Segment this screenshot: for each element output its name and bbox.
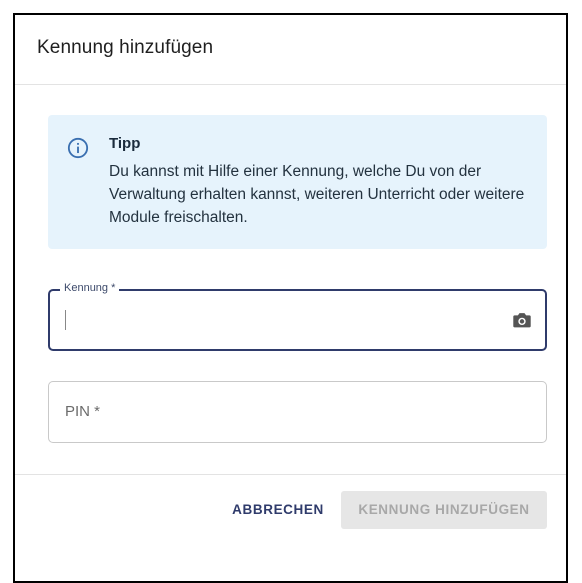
- cancel-button[interactable]: Abbrechen: [225, 491, 331, 529]
- tip-text: Du kannst mit Hilfe einer Kennung, welch…: [109, 163, 525, 226]
- add-identifier-dialog: Kennung hinzufügen Tipp Du kannst mit Hi…: [13, 13, 568, 583]
- camera-icon[interactable]: [511, 309, 533, 331]
- pin-placeholder: PIN *: [65, 403, 101, 420]
- pin-input[interactable]: PIN *: [48, 381, 547, 443]
- kennung-input[interactable]: Kennung *: [48, 282, 547, 351]
- tip-box: Tipp Du kannst mit Hilfe einer Kennung, …: [48, 115, 547, 249]
- add-identifier-button[interactable]: Kennung hinzufügen: [341, 491, 547, 529]
- tip-title: Tipp: [109, 135, 141, 152]
- dialog-title: Kennung hinzufügen: [37, 37, 214, 58]
- kennung-label: Kennung *: [60, 282, 120, 294]
- header-divider: [15, 84, 566, 85]
- info-icon: [67, 137, 89, 159]
- footer-divider: [15, 474, 566, 475]
- text-cursor: [65, 310, 66, 330]
